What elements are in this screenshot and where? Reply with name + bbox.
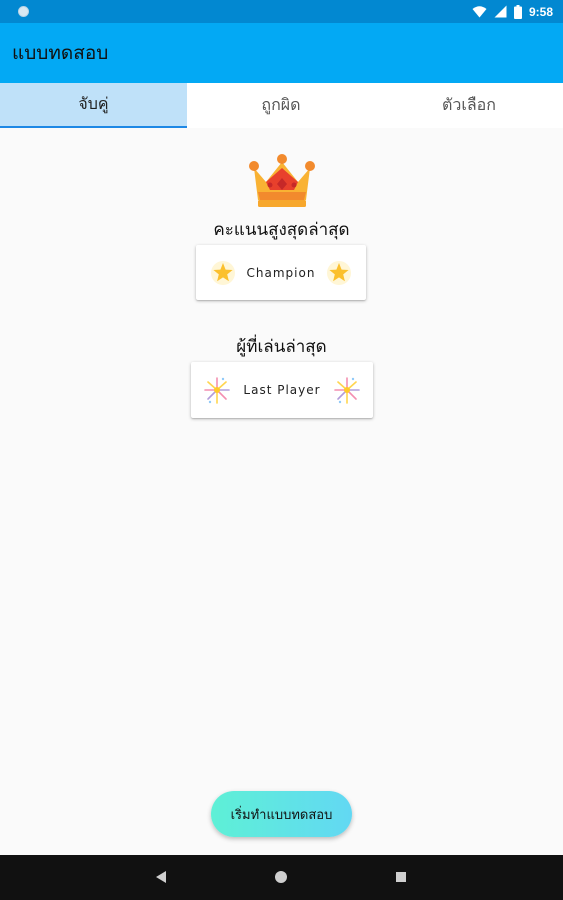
confetti-icon (204, 377, 230, 404)
last-player-title: ผู้ที่เล่นล่าสุด (236, 337, 327, 357)
crown-icon (249, 154, 315, 207)
battery-icon (513, 4, 522, 19)
recent-apps-icon[interactable] (396, 872, 406, 882)
wifi-icon (472, 5, 487, 17)
status-time: 9:58 (528, 4, 553, 19)
status-icons: 9:58 (472, 0, 553, 23)
tab-bar: จับคู่ ถูกผิด ตัวเลือก (0, 83, 563, 128)
app-bar: แบบทดสอบ (0, 23, 563, 83)
tab-multiple-choice[interactable]: ตัวเลือก (375, 83, 563, 128)
start-quiz-button[interactable]: เริ่มทำแบบทดสอบ (211, 791, 352, 837)
champion-name: Champion (246, 265, 316, 280)
high-score-title: คะแนนสูงสุดล่าสุด (213, 220, 350, 240)
home-icon[interactable] (275, 871, 287, 883)
back-icon[interactable] (156, 871, 166, 883)
notification-dot-icon (18, 6, 29, 17)
status-bar: 9:58 (0, 0, 563, 23)
star-icon (211, 260, 235, 285)
app-title: แบบทดสอบ (12, 42, 109, 64)
tab-true-false[interactable]: ถูกผิด (187, 83, 375, 128)
champion-card: Champion (196, 245, 366, 300)
system-nav-bar (0, 855, 563, 900)
tab-matching[interactable]: จับคู่ (0, 83, 187, 128)
signal-icon (494, 5, 507, 18)
star-icon (327, 260, 351, 285)
confetti-icon (334, 377, 360, 404)
last-player-name: Last Player (243, 383, 321, 397)
last-player-card: Last Player (191, 362, 373, 418)
